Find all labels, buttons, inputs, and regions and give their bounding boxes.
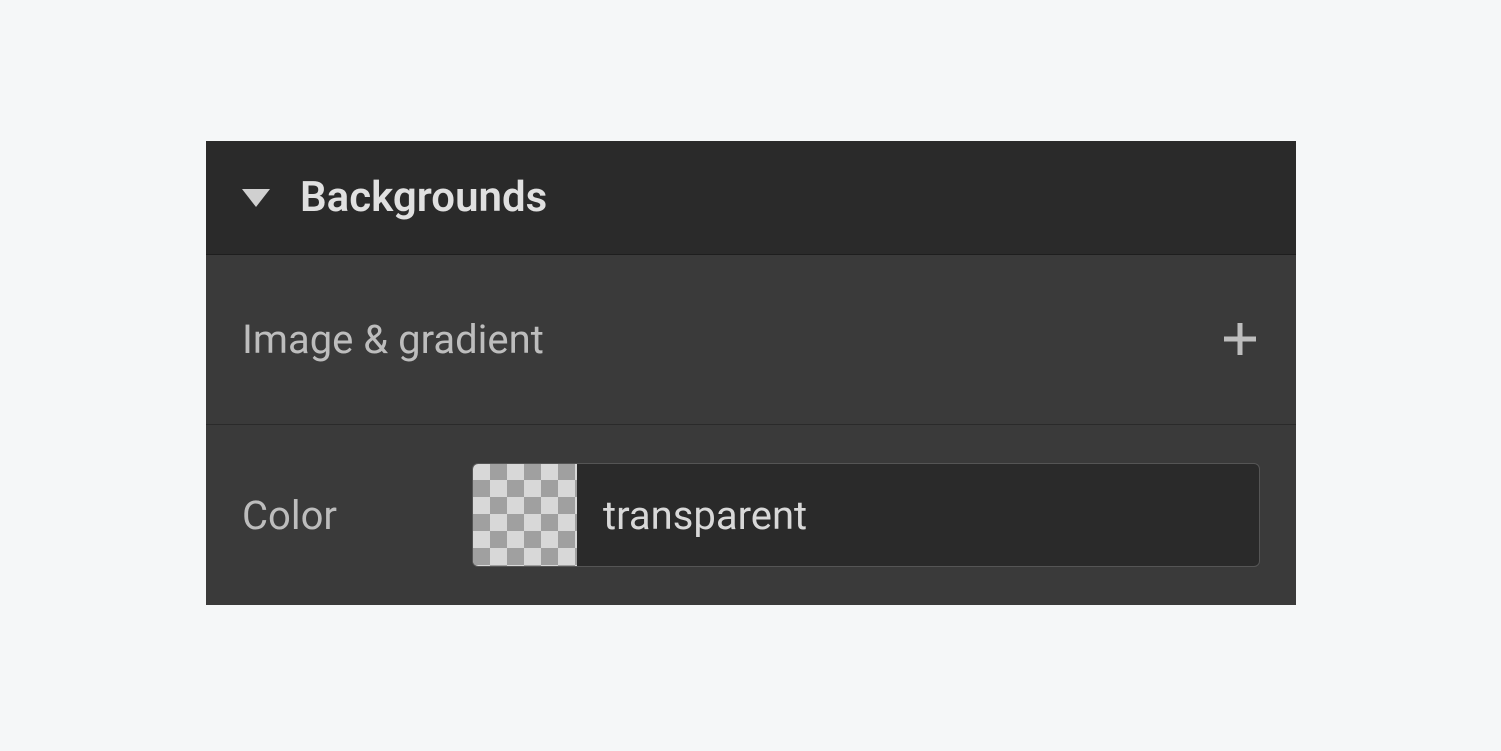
section-header[interactable]: Backgrounds [206,141,1296,255]
image-gradient-label: Image & gradient [242,316,544,363]
add-image-gradient-button[interactable] [1220,312,1260,368]
color-value-input[interactable] [577,464,1259,566]
color-swatch-icon[interactable] [473,463,577,567]
color-input-wrap [472,463,1260,567]
chevron-down-icon [242,189,270,207]
color-label: Color [242,492,402,539]
image-gradient-row: Image & gradient [206,255,1296,425]
backgrounds-panel: Backgrounds Image & gradient Color [206,141,1296,605]
section-title: Backgrounds [300,173,547,222]
color-row: Color [206,425,1296,605]
